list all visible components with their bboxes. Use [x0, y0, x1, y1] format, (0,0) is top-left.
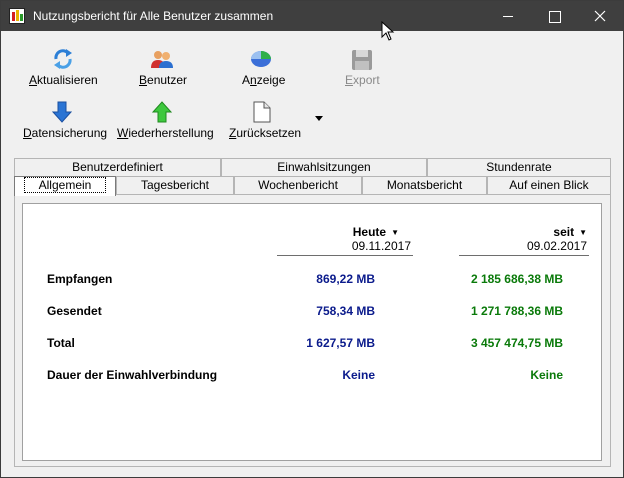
- tab-row-top: Benutzerdefiniert Einwahlsitzungen Stund…: [14, 158, 611, 176]
- window-title: Nutzungsbericht für Alle Benutzer zusamm…: [33, 9, 274, 23]
- export-button[interactable]: Export: [343, 47, 383, 87]
- tab-general[interactable]: Allgemein: [14, 176, 116, 196]
- tab-row-bottom: Allgemein Tagesbericht Wochenbericht Mon…: [14, 176, 611, 196]
- minimize-button[interactable]: [485, 1, 531, 31]
- display-icon: [251, 51, 271, 67]
- display-button[interactable]: Anzeige: [240, 47, 286, 87]
- app-window: Nutzungsbericht für Alle Benutzer zusamm…: [0, 0, 624, 478]
- reset-label: Zurücksetzen: [229, 126, 302, 140]
- close-button[interactable]: [577, 1, 623, 31]
- tab-hourly-rate[interactable]: Stundenrate: [427, 158, 611, 176]
- reset-button[interactable]: Zurücksetzen: [229, 101, 302, 141]
- tab-weekly-report[interactable]: Wochenbericht: [234, 176, 362, 194]
- tab-dialup-sessions[interactable]: Einwahlsitzungen: [221, 158, 427, 176]
- app-icon: [9, 8, 25, 24]
- sort-arrow-icon: ▼: [391, 228, 399, 237]
- tab-daily-report[interactable]: Tagesbericht: [116, 176, 234, 194]
- backup-label: Datensicherung: [23, 126, 108, 140]
- export-label: Export: [345, 73, 380, 87]
- col-today-header[interactable]: Heute ▼: [353, 225, 399, 239]
- users-label: Benutzer: [139, 73, 188, 87]
- users-icon: [151, 51, 173, 68]
- tab-monthly-report[interactable]: Monatsbericht: [362, 176, 487, 194]
- arrow-up-icon: [152, 101, 172, 123]
- col-since-date: 09.02.2017: [526, 239, 587, 253]
- arrow-down-icon: [52, 101, 72, 123]
- display-label: Anzeige: [242, 73, 286, 87]
- row-sent-label: Gesendet: [47, 304, 102, 318]
- refresh-button[interactable]: Aktualisieren: [29, 47, 98, 87]
- row-received-since: 2 185 686,38 MB: [470, 272, 563, 286]
- mouse-cursor-icon: [381, 21, 395, 41]
- row-duration-since: Keine: [530, 368, 563, 382]
- row-sent-since: 1 271 788,36 MB: [470, 304, 563, 318]
- row-total-since: 3 457 474,75 MB: [470, 336, 563, 350]
- toolbar-dropdown-chevron-icon[interactable]: [315, 116, 323, 122]
- close-icon: [594, 10, 606, 22]
- tab-panel: Heute ▼ 09.11.2017 seit ▼ 09.02.2017 Empfa…: [14, 194, 611, 467]
- document-icon: [253, 101, 271, 123]
- col-since-header[interactable]: seit ▼: [553, 225, 587, 239]
- refresh-label: Aktualisieren: [29, 73, 98, 87]
- col-today-divider: [277, 255, 413, 256]
- users-button[interactable]: Benutzer: [138, 47, 188, 87]
- row-sent-today: 758,34 MB: [316, 304, 375, 318]
- row-duration-today: Keine: [342, 368, 375, 382]
- refresh-icon: [54, 49, 72, 69]
- row-total-today: 1 627,57 MB: [306, 336, 375, 350]
- row-received-today: 869,22 MB: [316, 272, 375, 286]
- col-since-divider: [459, 255, 589, 256]
- tab-custom[interactable]: Benutzerdefiniert: [14, 158, 221, 176]
- sort-arrow-icon: ▼: [579, 228, 587, 237]
- row-duration-label: Dauer der Einwahlverbindung: [47, 368, 218, 382]
- report-area: Heute ▼ 09.11.2017 seit ▼ 09.02.2017 Empfa…: [22, 203, 602, 461]
- tab-at-a-glance[interactable]: Auf einen Blick: [487, 176, 611, 194]
- backup-button[interactable]: Datensicherung: [23, 101, 107, 141]
- restore-button[interactable]: Wiederherstellung: [117, 101, 214, 141]
- restore-label: Wiederherstellung: [117, 126, 214, 140]
- col-today-date: 09.11.2017: [351, 239, 411, 253]
- title-bar[interactable]: Nutzungsbericht für Alle Benutzer zusamm…: [1, 1, 623, 31]
- tab-general-label: Allgemein: [23, 177, 107, 193]
- col-since-header-label: seit: [553, 225, 575, 239]
- col-today-header-label: Heute: [352, 225, 387, 239]
- row-total-label: Total: [47, 336, 75, 350]
- maximize-button[interactable]: [531, 1, 577, 31]
- row-received-label: Empfangen: [47, 272, 113, 286]
- save-icon: [352, 50, 372, 70]
